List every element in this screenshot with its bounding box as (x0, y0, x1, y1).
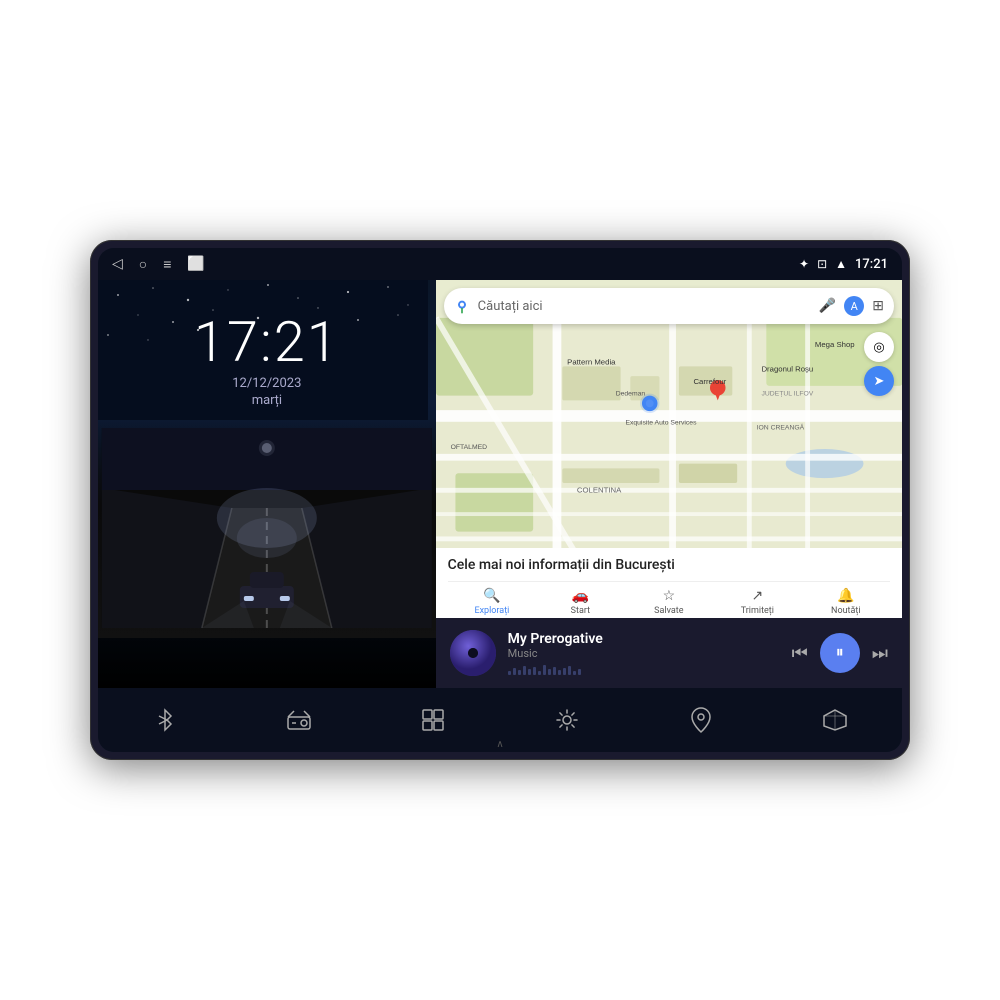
map-tab-explore-label: Explorați (474, 606, 509, 616)
map-area[interactable]: Pattern Media Carrefour Dragonul Roșu De… (436, 280, 902, 618)
cube-icon (822, 708, 848, 732)
music-controls: ⏮ ⏸ ⏭ (792, 633, 888, 673)
saved-icon: ☆ (663, 588, 676, 604)
news-icon: 🔔 (837, 588, 854, 604)
start-icon: 🚗 (572, 588, 589, 604)
search-placeholder-text: Căutați aici (478, 299, 811, 314)
map-pin-icon (690, 707, 712, 733)
device-screen: ◁ ○ ≡ ⬜ ✦ ⊡ ▲ 17:21 (98, 248, 902, 752)
apps-grid-icon (421, 708, 445, 732)
clock-time: 17:21 (194, 314, 340, 370)
album-art-svg (450, 630, 496, 676)
map-tab-send[interactable]: ↗ Trimiteți (713, 586, 801, 618)
album-art (450, 630, 496, 676)
svg-text:COLENTINA: COLENTINA (577, 486, 622, 495)
wifi-icon: ⊡ (817, 257, 827, 271)
svg-text:Dragonul Roșu: Dragonul Roșu (761, 364, 813, 373)
prev-button[interactable]: ⏮ (792, 643, 808, 664)
account-icon[interactable]: A (844, 296, 864, 316)
map-tab-explore[interactable]: 🔍 Explorați (448, 586, 536, 618)
explore-icon: 🔍 (483, 588, 500, 604)
mic-icon[interactable]: 🎤 (819, 298, 836, 314)
next-button[interactable]: ⏭ (872, 643, 888, 664)
status-indicators: ✦ ⊡ ▲ 17:21 (799, 257, 888, 272)
map-background: Pattern Media Carrefour Dragonul Roșu De… (436, 280, 902, 618)
nav-maps[interactable] (677, 696, 725, 744)
svg-text:JUDEȚUL ILFOV: JUDEȚUL ILFOV (761, 391, 813, 398)
google-maps-pin-icon (454, 298, 470, 314)
svg-text:Dedeman: Dedeman (615, 391, 645, 398)
map-tab-send-label: Trimiteți (741, 606, 774, 616)
bottom-nav: ∧ (98, 688, 902, 752)
map-nav-tabs: 🔍 Explorați 🚗 Start ☆ Salvate (448, 581, 890, 618)
svg-text:Pattern Media: Pattern Media (567, 357, 616, 366)
music-player: My Prerogative Music (436, 618, 902, 688)
bluetooth-status-icon: ✦ (799, 257, 809, 271)
nav-apps[interactable] (409, 696, 457, 744)
map-tab-saved[interactable]: ☆ Salvate (625, 586, 713, 618)
tunnel-svg (98, 428, 436, 628)
map-search-bar[interactable]: Căutați aici 🎤 A ⊞ (444, 288, 894, 324)
recent-icon[interactable]: ⬜ (187, 256, 204, 272)
map-tab-saved-label: Salvate (654, 606, 683, 616)
radio-icon (286, 709, 312, 731)
clock-day: marți (194, 393, 340, 408)
location-target-btn[interactable]: ◎ (864, 332, 894, 362)
map-tab-news[interactable]: 🔔 Noutăți (802, 586, 890, 618)
nav-controls: ◁ ○ ≡ ⬜ (112, 256, 205, 273)
map-info-title: Cele mai noi informații din București (448, 557, 890, 573)
audio-waveform (508, 663, 780, 675)
svg-text:OFTALMED: OFTALMED (450, 444, 487, 451)
map-tab-start-label: Start (571, 606, 590, 616)
nav-bluetooth[interactable] (141, 696, 189, 744)
navigate-btn[interactable]: ➤ (864, 366, 894, 396)
bluetooth-icon (153, 708, 177, 732)
left-panel: 17:21 12/12/2023 marți (98, 280, 436, 688)
settings-gear-icon (555, 708, 579, 732)
menu-icon[interactable]: ≡ (163, 256, 171, 273)
nav-carplay[interactable] (811, 696, 859, 744)
play-pause-button[interactable]: ⏸ (820, 633, 860, 673)
swipe-up-indicator: ∧ (496, 739, 503, 750)
status-time: 17:21 (855, 257, 888, 272)
svg-text:Mega Shop: Mega Shop (815, 340, 855, 349)
home-icon[interactable]: ○ (139, 256, 147, 273)
svg-text:Carrefour: Carrefour (693, 377, 726, 386)
map-tab-news-label: Noutăți (831, 606, 861, 616)
svg-text:ION CREANGĂ: ION CREANGĂ (756, 423, 804, 432)
main-content: 17:21 12/12/2023 marți (98, 280, 902, 688)
nav-settings[interactable] (543, 696, 591, 744)
send-icon: ↗ (751, 588, 763, 604)
svg-text:Exquisite Auto Services: Exquisite Auto Services (625, 420, 697, 427)
right-panel: Pattern Media Carrefour Dragonul Roșu De… (436, 280, 902, 688)
grid-icon[interactable]: ⊞ (872, 298, 884, 314)
car-tunnel-scene (98, 418, 436, 638)
nav-radio[interactable] (275, 696, 323, 744)
music-title: My Prerogative (508, 631, 780, 647)
device-frame: ◁ ○ ≡ ⬜ ✦ ⊡ ▲ 17:21 (90, 240, 910, 760)
search-action-icons: 🎤 A ⊞ (819, 296, 884, 316)
signal-icon: ▲ (835, 257, 847, 271)
clock-date: 12/12/2023 (194, 376, 340, 391)
back-icon[interactable]: ◁ (112, 256, 123, 272)
music-subtitle: Music (508, 647, 780, 660)
status-bar: ◁ ○ ≡ ⬜ ✦ ⊡ ▲ 17:21 (98, 248, 902, 280)
map-controls: ◎ ➤ (864, 332, 894, 396)
map-tab-start[interactable]: 🚗 Start (536, 586, 624, 618)
music-info: My Prerogative Music (508, 631, 780, 675)
map-info-banner: Cele mai noi informații din București 🔍 … (436, 548, 902, 618)
